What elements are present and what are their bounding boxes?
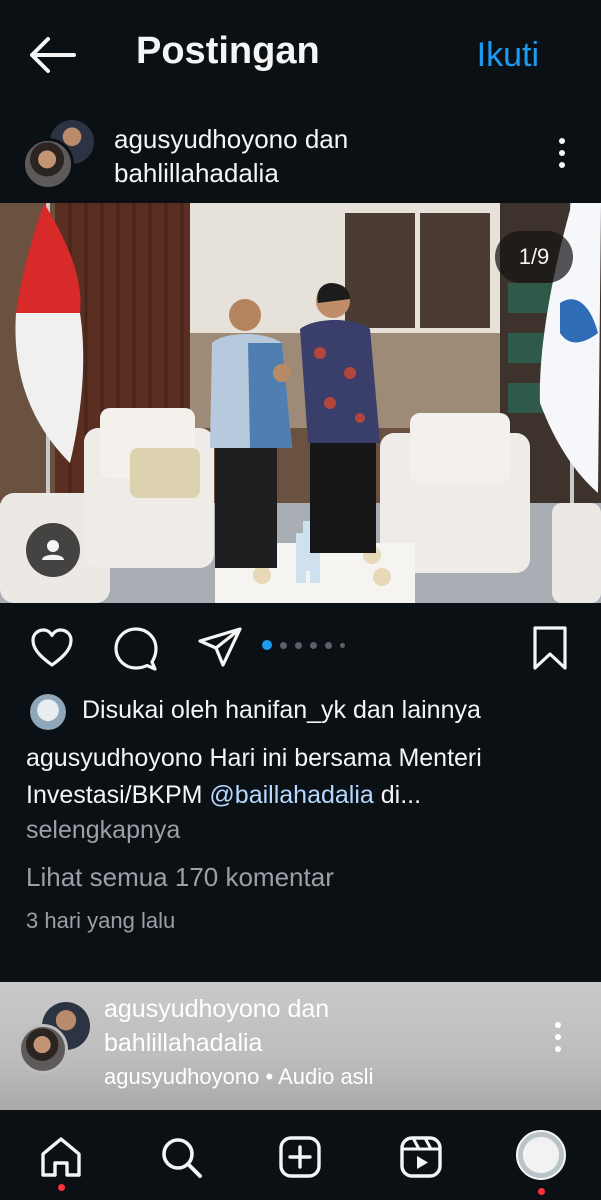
more-vertical-icon[interactable] <box>559 138 567 172</box>
follow-button[interactable]: Ikuti <box>477 36 539 75</box>
person-tag-button[interactable] <box>26 523 80 577</box>
author-line-1[interactable]: agusyudhoyono dan <box>114 122 514 156</box>
bottom-navigation <box>0 1110 601 1200</box>
caption-text-end: di... <box>373 781 422 809</box>
profile-notification-dot <box>538 1188 545 1195</box>
next-post-authors[interactable]: agusyudhoyono dan bahlillahadalia <box>104 992 329 1060</box>
author-line-1[interactable]: agusyudhoyono dan <box>104 992 329 1026</box>
top-bar: Postingan Ikuti <box>0 0 601 110</box>
carousel-indicator <box>262 640 345 650</box>
home-icon[interactable] <box>38 1134 84 1180</box>
home-notification-dot <box>58 1184 65 1191</box>
image-counter: 1/9 <box>495 231 573 283</box>
next-post-header[interactable]: agusyudhoyono dan bahlillahadalia agusyu… <box>0 982 601 1110</box>
liker-avatar[interactable] <box>30 694 66 730</box>
author-avatar[interactable] <box>22 138 74 190</box>
share-icon[interactable] <box>196 624 244 672</box>
liked-by-text[interactable]: Disukai oleh hanifan_yk dan lainnya <box>82 696 481 725</box>
author-avatar[interactable] <box>18 1024 68 1074</box>
search-icon[interactable] <box>158 1134 204 1180</box>
author-line-2[interactable]: bahlillahadalia <box>114 156 514 190</box>
see-more-link[interactable]: selengkapnya <box>26 816 180 845</box>
bookmark-icon[interactable] <box>526 624 574 672</box>
post-timestamp: 3 hari yang lalu <box>26 908 176 933</box>
back-arrow-icon[interactable] <box>26 34 78 76</box>
caption-username[interactable]: agusyudhoyono <box>26 744 203 772</box>
author-line-2[interactable]: bahlillahadalia <box>104 1026 329 1060</box>
view-comments-link[interactable]: Lihat semua 170 komentar <box>26 862 334 893</box>
post-caption: agusyudhoyono Hari ini bersama Menteri I… <box>26 740 586 814</box>
profile-avatar[interactable] <box>516 1130 566 1180</box>
reels-icon[interactable] <box>398 1134 444 1180</box>
caption-mention[interactable]: @baillahadalia <box>209 781 373 809</box>
person-tag-icon <box>42 540 64 560</box>
post-authors[interactable]: agusyudhoyono dan bahlillahadalia <box>114 122 514 190</box>
post-actions <box>0 618 601 678</box>
page-title: Postingan <box>136 30 320 72</box>
audio-label[interactable]: agusyudhoyono • Audio asli <box>104 1064 373 1090</box>
more-vertical-icon[interactable] <box>555 1022 563 1056</box>
comment-icon[interactable] <box>112 624 160 672</box>
post-header: agusyudhoyono dan bahlillahadalia <box>0 112 601 202</box>
heart-icon[interactable] <box>28 624 76 672</box>
create-icon[interactable] <box>277 1134 323 1180</box>
liked-by[interactable]: Disukai oleh hanifan_yk dan lainnya <box>30 692 590 732</box>
post-image[interactable]: 1/9 <box>0 203 601 603</box>
